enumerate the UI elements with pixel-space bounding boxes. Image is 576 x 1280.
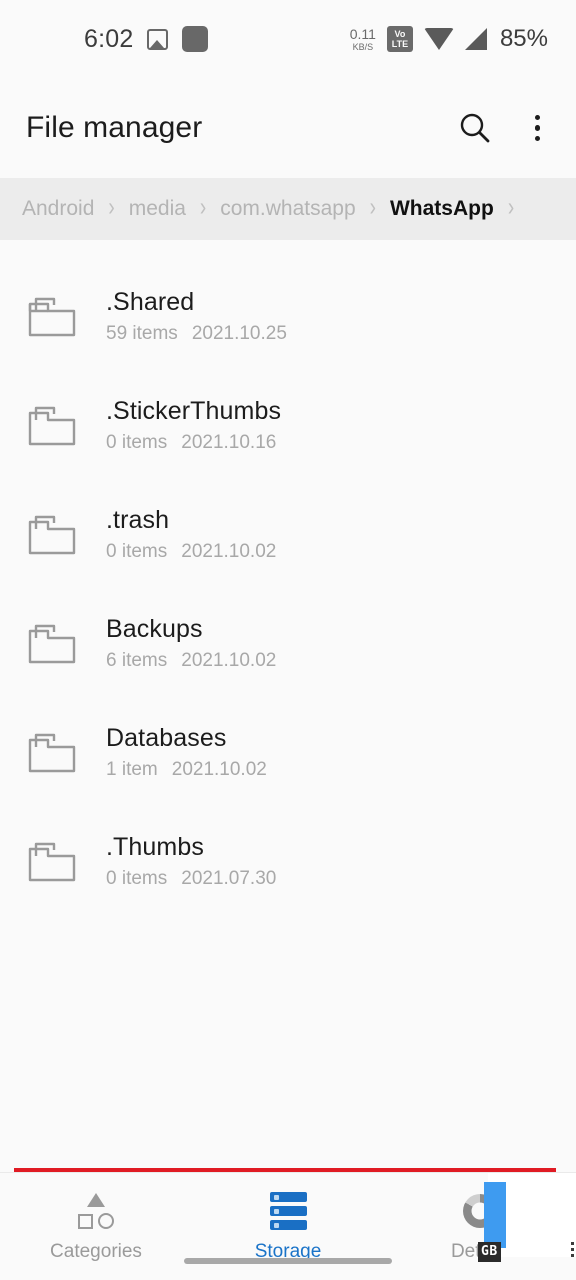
- file-name: .StickerThumbs: [106, 397, 282, 425]
- breadcrumb: Android › media › com.whatsapp › WhatsAp…: [0, 178, 576, 240]
- breadcrumb-item-2[interactable]: com.whatsapp: [220, 197, 355, 221]
- breadcrumb-separator: ›: [108, 194, 115, 223]
- status-bar-left: 6:02: [84, 24, 209, 54]
- list-item-text: Databases 1 item 2021.10.02: [106, 724, 267, 780]
- breadcrumb-separator: ›: [369, 194, 376, 223]
- list-item[interactable]: .Shared 59 items 2021.10.25: [0, 262, 576, 371]
- highlight-annotation: Media 11 items 2021.07.30: [14, 1168, 556, 1172]
- folder-icon: [26, 513, 78, 557]
- breadcrumb-separator: ›: [199, 194, 207, 223]
- list-item-text: .trash 0 items 2021.10.02: [106, 506, 276, 562]
- overlay-blue-bar: [484, 1182, 506, 1248]
- file-meta: 59 items 2021.10.25: [106, 324, 287, 343]
- folder-icon: [26, 731, 78, 775]
- file-date: 2021.10.02: [181, 650, 277, 671]
- breadcrumb-item-1[interactable]: media: [129, 197, 186, 221]
- volte-top-text: Vo: [394, 28, 406, 39]
- folder-icon: [26, 295, 78, 339]
- status-bar: 6:02 0.11 KB/S Vo LTE 85%: [0, 0, 576, 78]
- file-item-count: 0 items: [106, 432, 168, 453]
- list-item[interactable]: .Thumbs 0 items 2021.07.30: [0, 807, 576, 916]
- search-icon[interactable]: [457, 110, 493, 146]
- file-name: .trash: [106, 506, 170, 534]
- storage-icon: [269, 1191, 307, 1230]
- list-item[interactable]: .trash 0 items 2021.10.02: [0, 480, 576, 589]
- app-bar-actions: [457, 110, 549, 146]
- file-name: Backups: [106, 615, 203, 643]
- network-speed: 0.11 KB/S: [350, 27, 376, 52]
- app-square-icon: [182, 26, 209, 52]
- list-item-text: .Shared 59 items 2021.10.25: [106, 288, 287, 344]
- home-indicator[interactable]: [184, 1258, 392, 1264]
- nav-label-categories: Categories: [50, 1240, 142, 1262]
- status-clock: 6:02: [84, 24, 134, 53]
- folder-icon: [26, 404, 78, 448]
- file-meta: 0 items 2021.10.16: [106, 433, 281, 452]
- battery-percent: 85%: [499, 25, 548, 52]
- folder-icon: [26, 840, 78, 884]
- file-date: 2021.10.25: [191, 323, 287, 344]
- file-item-count: 1 item: [106, 759, 158, 780]
- overlay-more-icon[interactable]: [571, 1242, 574, 1257]
- list-item-text: .Thumbs 0 items 2021.07.30: [106, 833, 276, 889]
- file-meta: 6 items 2021.10.02: [106, 651, 276, 670]
- wifi-icon: [423, 28, 454, 50]
- list-item[interactable]: Databases 1 item 2021.10.02: [0, 698, 576, 807]
- breadcrumb-separator: ›: [507, 194, 515, 223]
- file-name: .Shared: [106, 288, 195, 316]
- page-title: File manager: [26, 111, 203, 144]
- list-item-text: .StickerThumbs 0 items 2021.10.16: [106, 397, 282, 453]
- file-item-count: 0 items: [106, 541, 168, 562]
- file-date: 2021.07.30: [181, 868, 277, 889]
- volte-icon: Vo LTE: [386, 26, 413, 52]
- file-name: Databases: [106, 724, 227, 752]
- overlay-gb-badge: GB: [478, 1242, 501, 1262]
- breadcrumb-item-0[interactable]: Android: [22, 197, 94, 221]
- app-bar: File manager: [0, 78, 576, 178]
- file-item-count: 0 items: [106, 868, 168, 889]
- file-item-count: 59 items: [106, 323, 178, 344]
- list-item[interactable]: .StickerThumbs 0 items 2021.10.16: [0, 371, 576, 480]
- file-date: 2021.10.02: [181, 541, 277, 562]
- file-item-count: 6 items: [106, 650, 168, 671]
- file-meta: 0 items 2021.07.30: [106, 869, 276, 888]
- file-name: .Thumbs: [106, 833, 204, 861]
- network-speed-unit: KB/S: [352, 41, 374, 52]
- more-options-icon[interactable]: [527, 111, 549, 146]
- list-item-text: Backups 6 items 2021.10.02: [106, 615, 276, 671]
- volte-bottom-text: LTE: [391, 38, 409, 49]
- nav-item-storage[interactable]: Storage: [192, 1191, 384, 1261]
- folder-icon: [26, 622, 78, 666]
- file-date: 2021.10.02: [171, 759, 267, 780]
- file-meta: 1 item 2021.10.02: [106, 760, 267, 779]
- list-item[interactable]: Backups 6 items 2021.10.02: [0, 589, 576, 698]
- signal-icon: [464, 28, 487, 50]
- shapes-icon: [75, 1192, 117, 1229]
- file-list: .Shared 59 items 2021.10.25 .StickerThum…: [0, 240, 576, 1172]
- status-bar-right: 0.11 KB/S Vo LTE 85%: [350, 25, 548, 53]
- file-date: 2021.10.16: [181, 432, 277, 453]
- file-meta: 0 items 2021.10.02: [106, 542, 276, 561]
- phone-screen: 6:02 0.11 KB/S Vo LTE 85% File manager A…: [0, 0, 576, 1280]
- breadcrumb-item-3[interactable]: WhatsApp: [390, 197, 494, 221]
- network-speed-value: 0.11: [349, 25, 376, 42]
- nav-item-categories[interactable]: Categories: [0, 1192, 192, 1262]
- photo-icon: [147, 28, 169, 50]
